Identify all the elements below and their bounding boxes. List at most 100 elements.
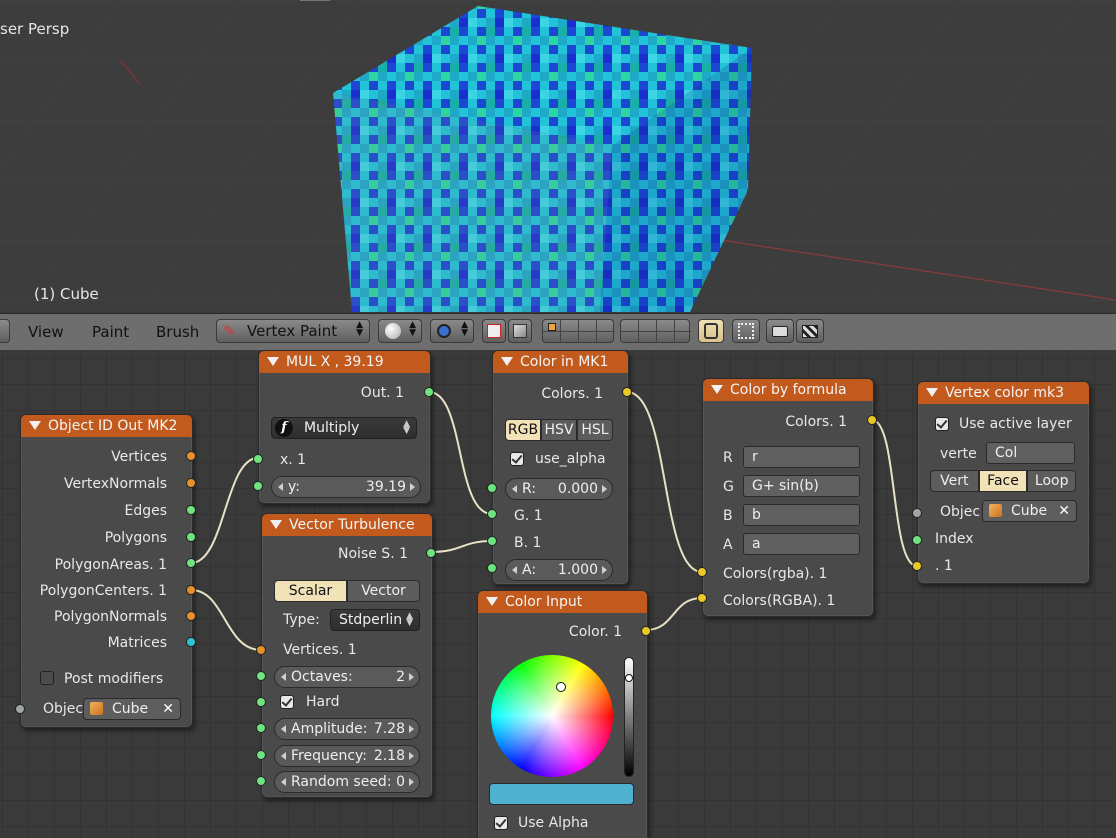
menu-view[interactable]: View [28,323,64,341]
value-slider[interactable] [624,657,634,777]
node-mul[interactable]: MUL X , 39.19 Out. 1 f Multiply ▲ ▼ x. 1 … [258,350,431,504]
socket-object-in[interactable] [912,508,922,518]
menu-paint[interactable]: Paint [92,323,129,341]
socket-polygoncenters-out[interactable] [186,585,196,595]
arrow-right-icon[interactable] [409,673,414,681]
socket-hard-in[interactable] [256,697,266,707]
random-seed-field[interactable]: Random seed: 0 [274,771,420,793]
socket-octaves-in[interactable] [256,671,266,681]
octaves-field[interactable]: Octaves: 2 [274,666,420,688]
socket-polygons-out[interactable] [186,532,196,542]
arrow-right-icon[interactable] [409,752,414,760]
mode-loop[interactable]: Loop [1027,470,1077,492]
arrow-right-icon[interactable] [409,725,414,733]
socket-g-in[interactable] [487,509,497,519]
render-button[interactable] [766,319,794,343]
node-color-in[interactable]: Color in MK1 Colors. 1 RGB HSV HSL use_a… [492,350,629,585]
socket-matrices-out[interactable] [186,637,196,647]
socket-color-out[interactable] [641,626,651,636]
arrow-right-icon[interactable] [409,778,414,786]
type-dropdown[interactable]: Stdperlin ▲ ▼ [330,609,420,631]
use-alpha-checkbox[interactable] [494,816,508,830]
arrow-right-icon[interactable] [602,485,607,493]
socket-a-in[interactable] [487,563,497,573]
menu-brush[interactable]: Brush [156,323,199,341]
mode-face[interactable]: Face [978,470,1028,492]
arrow-left-icon[interactable] [281,778,286,786]
color-wheel[interactable] [491,655,613,777]
object-selector[interactable]: Cube ✕ [83,698,181,720]
r-field[interactable]: R: 0.000 [505,478,613,500]
pivot-selector[interactable]: ▲ ▼ [430,319,474,343]
shading-selector[interactable]: ▲ ▼ [378,319,422,343]
socket-rgba-in[interactable] [697,567,707,577]
arrow-left-icon[interactable] [281,673,286,681]
socket-x-in[interactable] [253,454,263,464]
collapse-triangle-icon[interactable] [29,421,41,430]
collapse-triangle-icon[interactable] [486,597,498,606]
arrow-left-icon[interactable] [281,752,286,760]
node-vector-turbulence[interactable]: Vector Turbulence Noise S. 1 Scalar Vect… [261,513,433,798]
layers-group-1[interactable] [542,319,615,343]
socket-polygonareas-out[interactable] [186,558,196,568]
socket-vertexnormals-out[interactable] [186,478,196,488]
node-header[interactable]: Color in MK1 [493,351,628,373]
snap-toggle[interactable] [732,319,760,343]
frequency-field[interactable]: Frequency: 2.18 [274,745,420,767]
render-animation-button[interactable] [796,319,824,343]
arrow-left-icon[interactable] [278,483,283,491]
vertex-mode-toggle[interactable]: Vert Face Loop [930,470,1077,492]
verte-input[interactable]: Col [986,442,1075,464]
amplitude-field[interactable]: Amplitude: 7.28 [274,718,420,740]
socket-color-in[interactable] [912,561,922,571]
a-field[interactable]: A: 1.000 [505,559,613,581]
face-mask-toggle[interactable] [482,319,506,343]
color-picker-cursor[interactable] [556,682,566,692]
mode-hsl[interactable]: HSL [577,419,613,441]
socket-r-in[interactable] [487,483,497,493]
formula-g-input[interactable]: G+ sin(b) [743,475,860,497]
color-swatch[interactable] [489,783,634,805]
socket-object-in[interactable] [15,704,25,714]
node-header[interactable]: Object ID Out MK2 [21,415,192,437]
mode-toggle[interactable]: Scalar Vector [274,580,420,602]
arrow-left-icon[interactable] [281,725,286,733]
node-header[interactable]: Color by formula [703,379,873,401]
mode-vector[interactable]: Vector [347,580,420,602]
hard-checkbox[interactable] [280,695,294,709]
object-selector[interactable]: Cube ✕ [982,500,1077,522]
arrow-left-icon[interactable] [512,485,517,493]
formula-a-input[interactable]: a [743,533,860,555]
formula-b-input[interactable]: b [743,504,860,526]
socket-polygonnormals-out[interactable] [186,611,196,621]
socket-seed-in[interactable] [256,776,266,786]
socket-amplitude-in[interactable] [256,723,266,733]
3d-viewport[interactable]: ser Persp (1) Cube [0,0,1116,312]
node-header[interactable]: Vertex color mk3 [918,382,1089,404]
y-field[interactable]: y: 39.19 [271,476,421,498]
node-editor[interactable]: Object ID Out MK2 Vertices VertexNormals… [0,350,1116,838]
node-color-input[interactable]: Color Input Color. 1 Use Alpha [477,590,648,838]
node-header[interactable]: Color Input [478,591,647,613]
operation-dropdown[interactable]: f Multiply ▲ ▼ [271,417,417,439]
lock-camera-toggle[interactable] [698,319,724,343]
layers-group-2[interactable] [620,319,691,343]
node-color-by-formula[interactable]: Color by formula Colors. 1 R r G G+ sin(… [702,378,874,617]
socket-out-out[interactable] [424,387,434,397]
mode-hsv[interactable]: HSV [541,419,577,441]
post-modifiers-checkbox[interactable] [40,671,54,685]
vertex-mask-toggle[interactable] [508,319,532,343]
collapse-triangle-icon[interactable] [270,520,282,529]
mode-scalar[interactable]: Scalar [274,580,347,602]
socket-index-in[interactable] [912,535,922,545]
collapse-triangle-icon[interactable] [711,385,723,394]
node-header[interactable]: Vector Turbulence [262,514,432,536]
node-vertex-color[interactable]: Vertex color mk3 Use active layer verte … [917,381,1090,584]
socket-RGBA-in[interactable] [697,593,707,603]
value-slider-handle[interactable] [625,674,633,682]
arrow-right-icon[interactable] [602,566,607,574]
color-mode-toggle[interactable]: RGB HSV HSL [505,419,613,441]
socket-edges-out[interactable] [186,505,196,515]
collapse-triangle-icon[interactable] [267,357,279,366]
formula-r-input[interactable]: r [743,446,860,468]
